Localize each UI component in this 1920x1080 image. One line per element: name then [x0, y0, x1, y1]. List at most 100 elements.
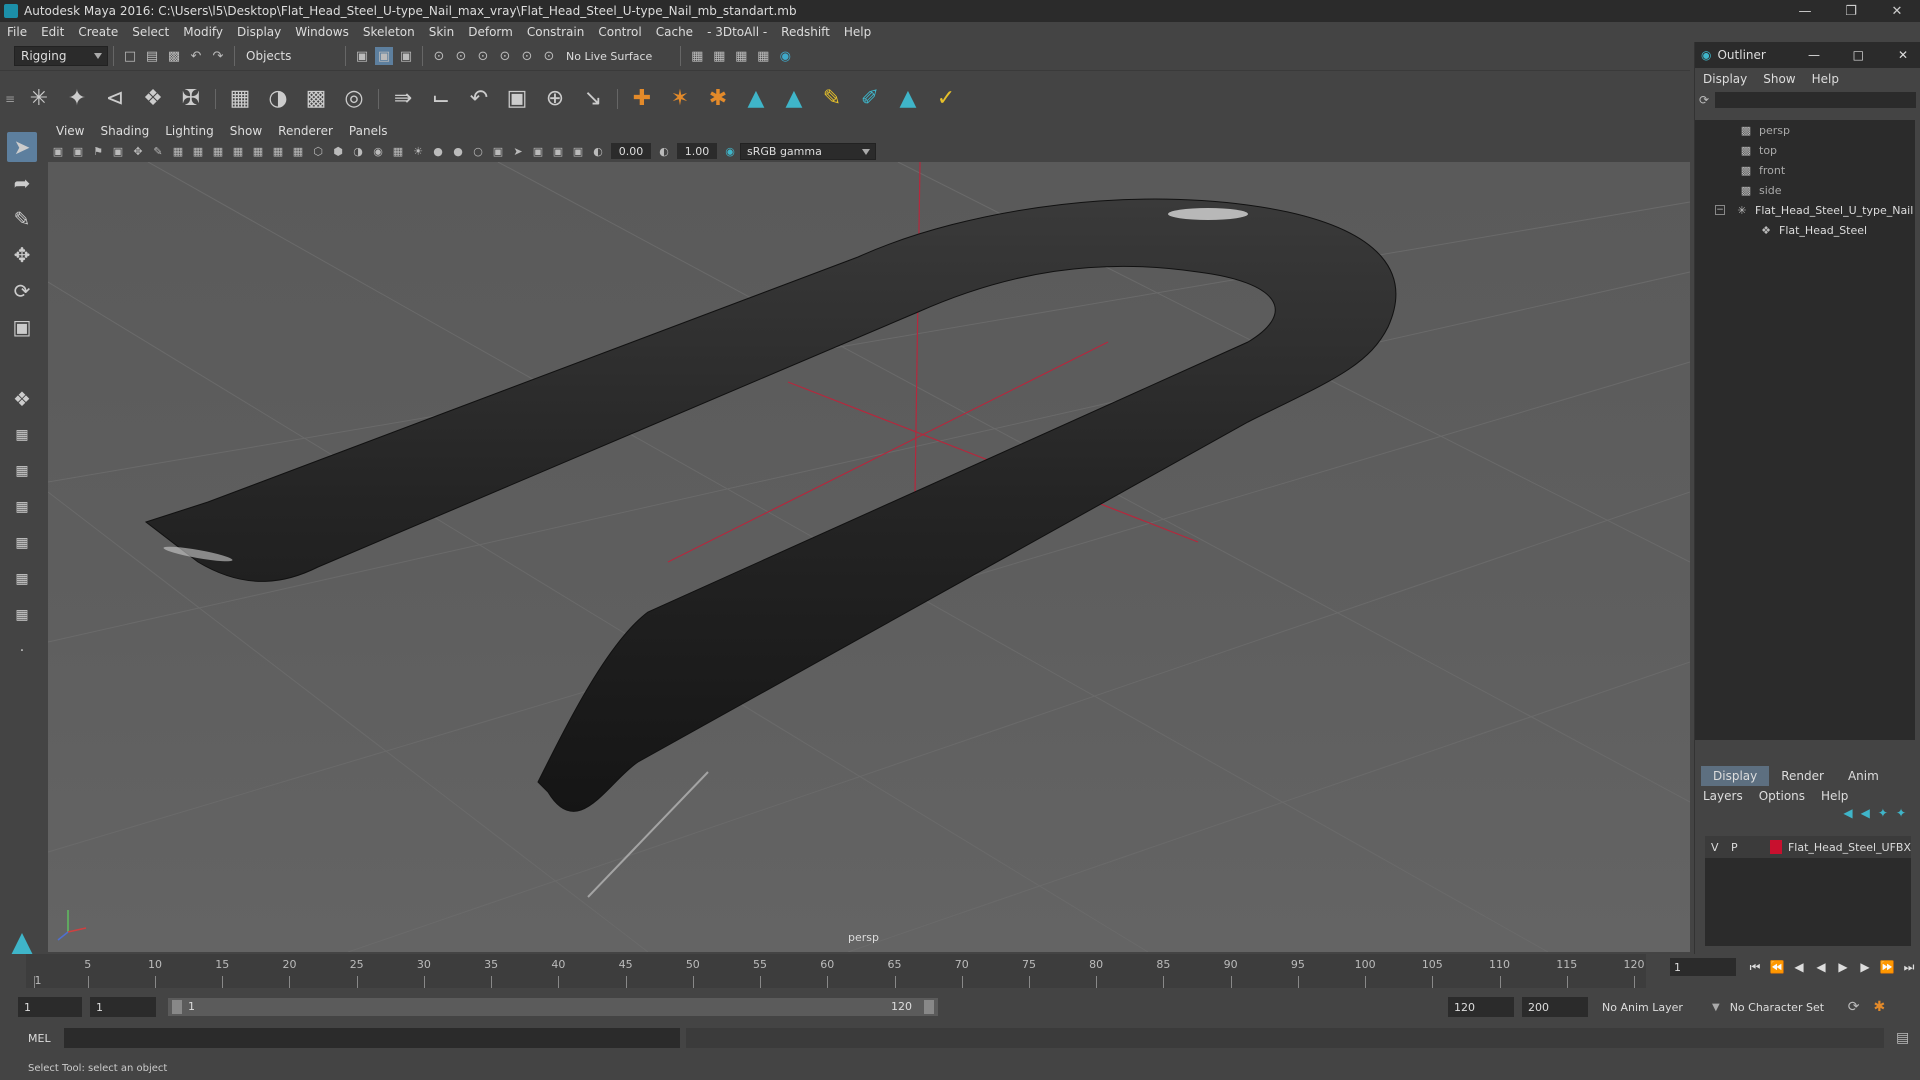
panel-menu-renderer[interactable]: Renderer — [270, 124, 341, 138]
outliner-item[interactable]: ▩ front — [1695, 160, 1915, 180]
maya-tool-icon[interactable]: ▲ — [741, 84, 771, 114]
layout-more-icon[interactable]: · — [7, 636, 37, 666]
outliner-item[interactable]: ❖ Flat_Head_Steel — [1695, 220, 1915, 240]
bookmark-icon[interactable]: ⚑ — [90, 143, 106, 159]
layer-color-swatch[interactable] — [1769, 840, 1782, 854]
range-end-handle[interactable] — [924, 1000, 934, 1014]
tab-anim[interactable]: Anim — [1836, 766, 1891, 786]
minimize-icon[interactable]: — — [1808, 48, 1820, 62]
hypershade-icon[interactable]: ◉ — [776, 47, 794, 65]
gamma-field[interactable]: 1.00 — [677, 143, 717, 159]
scale-constraint-icon[interactable]: ▣ — [502, 84, 532, 114]
soft-mod-icon[interactable]: ❖ — [7, 384, 37, 414]
maximize-icon[interactable]: □ — [1853, 48, 1864, 62]
menu-help[interactable]: Help — [837, 25, 878, 39]
step-back-key-icon[interactable]: ⏪ — [1766, 960, 1788, 974]
point-constraint-icon[interactable]: ⌙ — [426, 84, 456, 114]
menu-control[interactable]: Control — [591, 25, 648, 39]
menu-display[interactable]: Display — [230, 25, 288, 39]
maya-tool-2-icon[interactable]: ▲ — [779, 84, 809, 114]
layer-visibility-toggle[interactable]: V — [1705, 841, 1725, 854]
layout-outliner-icon[interactable]: ▦ — [7, 528, 37, 558]
animation-start-field[interactable]: 1 — [18, 997, 82, 1017]
menu-windows[interactable]: Windows — [288, 25, 356, 39]
wireframe-on-shaded-icon[interactable]: ◉ — [370, 143, 386, 159]
scale-tool-icon[interactable]: ▣ — [7, 312, 37, 342]
step-forward-key-icon[interactable]: ⏩ — [1876, 960, 1898, 974]
outliner-item[interactable]: ▩ side — [1695, 180, 1915, 200]
layer-menu-options[interactable]: Options — [1751, 789, 1813, 803]
tab-display[interactable]: Display — [1701, 766, 1770, 786]
outliner-item[interactable]: − ✳ Flat_Head_Steel_U_type_Nail — [1695, 200, 1915, 220]
snap-curve-icon[interactable]: ⊙ — [452, 47, 470, 65]
anim-layer-dropdown[interactable]: No Anim Layer — [1602, 1001, 1712, 1014]
play-forward-icon[interactable]: ▶ — [1832, 960, 1854, 974]
insert-joint-icon[interactable]: ❖ — [138, 84, 168, 114]
default-material-icon[interactable]: ◑ — [350, 143, 366, 159]
select-component-icon[interactable]: ▣ — [397, 47, 415, 65]
layout-graph-icon[interactable]: ▦ — [7, 564, 37, 594]
xray-icon[interactable]: ▣ — [530, 143, 546, 159]
gamma-icon[interactable]: ◐ — [656, 143, 672, 159]
layer-menu-help[interactable]: Help — [1813, 789, 1856, 803]
panel-menu-view[interactable]: View — [48, 124, 92, 138]
character-set-dropdown[interactable]: No Character Set — [1730, 1001, 1844, 1014]
tab-render[interactable]: Render — [1769, 766, 1836, 786]
layer-row[interactable]: V P Flat_Head_Steel_UFBX — [1705, 836, 1911, 858]
2d-pan-icon[interactable]: ✥ — [130, 143, 146, 159]
snap-magnet-icon[interactable]: ⊙ — [540, 47, 558, 65]
menu-skin[interactable]: Skin — [422, 25, 462, 39]
preferences-icon[interactable]: ✱ — [1873, 999, 1885, 1015]
current-frame-field[interactable]: 1 — [1670, 958, 1736, 976]
new-scene-icon[interactable]: □ — [121, 47, 139, 65]
select-tool-icon[interactable]: ➤ — [7, 132, 37, 162]
panel-menu-lighting[interactable]: Lighting — [157, 124, 222, 138]
snap-point-icon[interactable]: ⊙ — [474, 47, 492, 65]
new-layer-selected-icon[interactable]: ✦ — [1896, 806, 1906, 826]
exposure-icon[interactable]: ◐ — [590, 143, 606, 159]
save-scene-icon[interactable]: ▩ — [165, 47, 183, 65]
menu-deform[interactable]: Deform — [461, 25, 520, 39]
smooth-shade-icon[interactable]: ⬢ — [330, 143, 346, 159]
shadows-icon[interactable]: ● — [430, 143, 446, 159]
colorspace-dropdown[interactable]: sRGB gamma — [740, 142, 876, 160]
step-back-frame-icon[interactable]: ◀ — [1788, 960, 1810, 974]
hik-icon[interactable]: ✱ — [703, 84, 733, 114]
timeline-current-marker[interactable]: 1 — [35, 974, 42, 987]
joint-tool-icon[interactable]: ✳ — [24, 84, 54, 114]
undo-icon[interactable]: ↶ — [187, 47, 205, 65]
render-settings-icon[interactable]: ▦ — [754, 47, 772, 65]
ik-spline-icon[interactable]: ⊲ — [100, 84, 130, 114]
paint-weights-icon[interactable]: ✎ — [817, 84, 847, 114]
xray-components-icon[interactable]: ▣ — [570, 143, 586, 159]
new-layer-icon[interactable]: ✦ — [1878, 806, 1888, 826]
restore-icon[interactable]: ❐ — [1828, 0, 1874, 22]
step-forward-frame-icon[interactable]: ▶ — [1854, 960, 1876, 974]
go-to-start-icon[interactable]: ⏮ — [1744, 960, 1766, 975]
auto-key-icon[interactable]: ⟳ — [1848, 999, 1860, 1015]
layout-four-icon[interactable]: ▦ — [7, 456, 37, 486]
selection-mask-dropdown[interactable]: Objects — [240, 46, 340, 66]
3d-viewport[interactable]: persp — [48, 162, 1690, 952]
resolution-gate-icon[interactable]: ▦ — [210, 143, 226, 159]
outliner-menu-show[interactable]: Show — [1755, 72, 1803, 86]
ambient-occlusion-icon[interactable]: ● — [450, 143, 466, 159]
menu-skeleton[interactable]: Skeleton — [356, 25, 422, 39]
gate-mask-icon[interactable]: ▦ — [230, 143, 246, 159]
rotate-tool-icon[interactable]: ⟳ — [7, 276, 37, 306]
mirror-joint-icon[interactable]: ✠ — [176, 84, 206, 114]
snap-view-icon[interactable]: ⊙ — [496, 47, 514, 65]
range-start-handle[interactable] — [172, 1000, 182, 1014]
ik-handle-icon[interactable]: ✦ — [62, 84, 92, 114]
live-surface-label[interactable]: No Live Surface — [566, 50, 652, 63]
playback-end-field[interactable]: 120 — [1448, 997, 1514, 1017]
minimize-icon[interactable]: — — [1782, 0, 1828, 22]
menu-edit[interactable]: Edit — [34, 25, 71, 39]
exposure-field[interactable]: 0.00 — [611, 143, 651, 159]
outliner-item[interactable]: ▩ top — [1695, 140, 1915, 160]
menu-create[interactable]: Create — [71, 25, 125, 39]
shelf-menu-icon[interactable]: ≡ — [0, 92, 20, 106]
camera-select-icon[interactable]: ▣ — [50, 143, 66, 159]
antialiasing-icon[interactable]: ▣ — [490, 143, 506, 159]
close-icon[interactable]: ✕ — [1898, 48, 1908, 62]
